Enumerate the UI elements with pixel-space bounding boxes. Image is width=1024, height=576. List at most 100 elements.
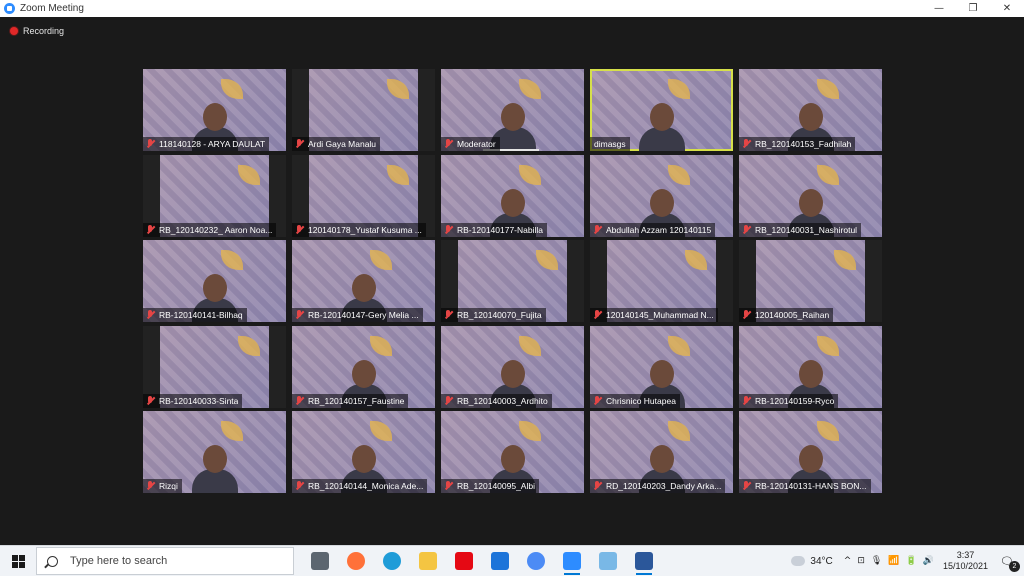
clock[interactable]: 3:37 15/10/2021 — [943, 550, 988, 572]
muted-mic-icon — [742, 139, 751, 149]
participant-tile[interactable]: Moderator — [441, 69, 584, 151]
participant-namebar: RB-120140033-Sinta — [143, 393, 243, 408]
meet-now-icon[interactable]: ⊡ — [857, 556, 865, 566]
windows-taskbar: 34°C ^ ⊡ 🎙 📶 🔋 🔊 3:37 15/10/2021 🗨 2 — [0, 545, 1024, 576]
background-leaf-graphic — [519, 335, 541, 356]
participant-tile[interactable]: 120140005_Raihan — [739, 240, 882, 322]
muted-mic-icon — [295, 310, 304, 320]
taskbar-app-photos[interactable] — [590, 546, 626, 576]
weather-icon[interactable] — [789, 552, 806, 566]
system-tray: 34°C ^ ⊡ 🎙 📶 🔋 🔊 3:37 15/10/2021 🗨 2 — [789, 546, 1024, 576]
taskbar-app-mail[interactable] — [482, 546, 518, 576]
participant-tile[interactable]: dimasgs — [590, 69, 733, 151]
participant-tile[interactable]: RB_120140070_Fujita — [441, 240, 584, 322]
participant-tile[interactable]: RB-120140177-Nabilla — [441, 154, 584, 237]
taskbar-app-file-explorer[interactable] — [410, 546, 446, 576]
taskbar-app-edge[interactable] — [374, 546, 410, 576]
taskbar-apps — [302, 546, 662, 576]
battery-icon[interactable]: 🔋 — [906, 556, 917, 566]
word-icon — [635, 552, 653, 570]
participant-video — [638, 103, 685, 151]
participant-namebar: Moderator — [441, 137, 500, 151]
participant-tile[interactable]: RB_120140144_Monica Ade... — [292, 411, 435, 493]
background-leaf-graphic — [221, 250, 243, 270]
background-leaf-graphic — [519, 164, 541, 185]
participant-name: RB_120140144_Monica Ade... — [308, 481, 424, 491]
participant-tile[interactable]: RB_120140232_ Aaron Noa... — [143, 154, 286, 237]
show-hidden-icons-icon[interactable]: ^ — [844, 556, 852, 566]
search-input[interactable] — [68, 554, 272, 568]
temperature[interactable]: 34°C — [810, 556, 832, 567]
background-leaf-graphic — [817, 79, 839, 99]
participant-name: RB_120140095_Albi — [457, 481, 535, 491]
participant-name: 120140005_Raihan — [755, 310, 830, 320]
participant-tile[interactable]: RB_120140157_Faustine — [292, 325, 435, 408]
participant-tile[interactable]: Chrisnico Hutapea — [590, 325, 733, 408]
background-leaf-graphic — [238, 335, 260, 356]
participant-tile[interactable]: RB-120140131-HANS BON... — [739, 411, 882, 493]
microphone-icon[interactable]: 🎙 — [871, 556, 882, 566]
volume-icon[interactable]: 🔊 — [923, 556, 934, 566]
muted-mic-icon — [444, 224, 453, 235]
muted-mic-icon — [742, 310, 751, 320]
taskbar-app-zoom[interactable] — [554, 546, 590, 576]
participant-name: Abdullah Azzam 120140115 — [606, 224, 712, 235]
participant-tile[interactable]: Ardi Gaya Manalu — [292, 69, 435, 151]
participant-tile[interactable]: RB-120140147-Gery Melia ... — [292, 240, 435, 322]
background-leaf-graphic — [519, 79, 541, 99]
background-leaf-graphic — [519, 421, 541, 441]
participant-namebar: RB_120140031_Nashirotul — [739, 222, 862, 237]
participant-tile[interactable]: RB-120140159-Ryco — [739, 325, 882, 408]
recording-indicator[interactable]: Recording — [10, 26, 64, 36]
participant-tile[interactable]: RB-120140141-Bilhaq — [143, 240, 286, 322]
background-leaf-graphic — [387, 164, 409, 185]
participant-tile[interactable]: 120140178_Yustaf Kusuma ... — [292, 154, 435, 237]
muted-mic-icon — [593, 481, 602, 491]
participant-tile[interactable]: RB_120140003_Ardhito — [441, 325, 584, 408]
netflix-icon — [455, 552, 473, 570]
participant-tile[interactable]: RB_120140153_Fadhilah — [739, 69, 882, 151]
task-view-icon — [311, 552, 329, 570]
taskbar-app-word[interactable] — [626, 546, 662, 576]
mail-icon — [491, 552, 509, 570]
participant-name: dimasgs — [594, 139, 626, 149]
minimize-button[interactable]: — — [922, 0, 956, 17]
muted-mic-icon — [295, 224, 304, 235]
participant-tile[interactable]: RB_120140095_Albi — [441, 411, 584, 493]
notification-center-button[interactable]: 🗨 2 — [996, 550, 1020, 572]
participant-namebar: RB_120140144_Monica Ade... — [292, 479, 428, 493]
muted-mic-icon — [146, 310, 155, 320]
muted-mic-icon — [146, 481, 155, 491]
restore-button[interactable]: ❐ — [956, 0, 990, 17]
taskbar-app-netflix[interactable] — [446, 546, 482, 576]
participant-name: Rizqi — [159, 481, 178, 491]
background-leaf-graphic — [668, 79, 690, 99]
search-icon — [47, 555, 58, 567]
background-leaf-graphic — [387, 79, 409, 99]
taskbar-app-firefox[interactable] — [338, 546, 374, 576]
muted-mic-icon — [593, 224, 602, 235]
participant-name: RD_120140203_Dandy Arka... — [606, 481, 722, 491]
participant-tile[interactable]: RD_120140203_Dandy Arka... — [590, 411, 733, 493]
participant-name: 120140178_Yustaf Kusuma ... — [308, 224, 422, 235]
participant-tile[interactable]: Abdullah Azzam 120140115 — [590, 154, 733, 237]
start-button[interactable] — [0, 546, 36, 576]
participant-name: RB_120140157_Faustine — [308, 395, 405, 406]
close-button[interactable]: ✕ — [990, 0, 1024, 17]
network-icon[interactable]: 📶 — [888, 556, 899, 566]
participant-namebar: Ardi Gaya Manalu — [292, 137, 381, 151]
background-leaf-graphic — [685, 250, 707, 270]
recording-dot-icon — [10, 27, 18, 35]
taskbar-app-chrome[interactable] — [518, 546, 554, 576]
participant-tile[interactable]: Rizqi — [143, 411, 286, 493]
taskbar-search[interactable] — [36, 547, 294, 575]
participant-tile[interactable]: 118140128 - ARYA DAULAT — [143, 69, 286, 151]
participant-name: RB_120140153_Fadhilah — [755, 139, 852, 149]
taskbar-app-task-view[interactable] — [302, 546, 338, 576]
participant-tile[interactable]: RB-120140033-Sinta — [143, 325, 286, 408]
background-leaf-graphic — [221, 421, 243, 441]
participant-tile[interactable]: RB_120140031_Nashirotul — [739, 154, 882, 237]
participant-namebar: RB_120140070_Fujita — [441, 308, 546, 322]
participant-namebar: Chrisnico Hutapea — [590, 393, 680, 408]
participant-tile[interactable]: 120140145_Muhammad N... — [590, 240, 733, 322]
